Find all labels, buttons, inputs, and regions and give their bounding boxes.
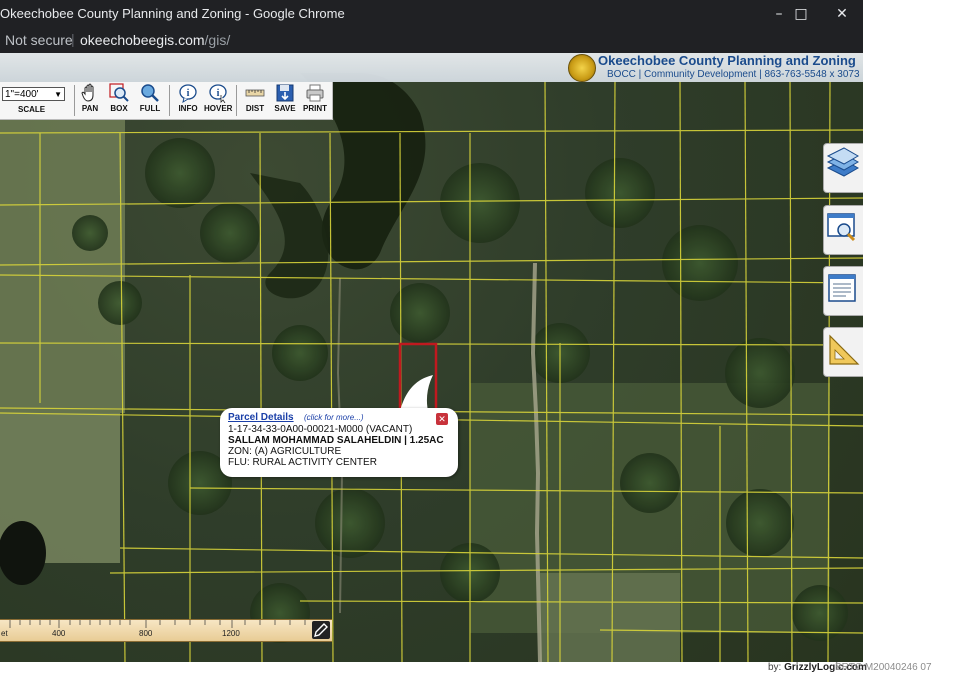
site-title: Okeechobee County Planning and Zoning xyxy=(598,53,856,68)
print-label: PRINT xyxy=(303,104,327,113)
save-button[interactable]: SAVE xyxy=(271,83,299,118)
county-seal-icon xyxy=(568,54,596,82)
map-viewport[interactable]: Okeechobee County Planning and Zoning BO… xyxy=(0,53,863,662)
ruler-icon xyxy=(245,89,265,97)
url-path: /gis/ xyxy=(204,32,231,48)
info-icon: i xyxy=(179,84,197,103)
hand-icon xyxy=(81,83,94,102)
pencil-icon xyxy=(314,623,328,637)
search-button[interactable] xyxy=(823,205,863,255)
info-label: INFO xyxy=(178,104,198,113)
legend-button[interactable] xyxy=(823,266,863,316)
address-separator: | xyxy=(71,31,75,47)
window-title: Okeechobee County Planning and Zoning - … xyxy=(0,6,345,21)
svg-text:i: i xyxy=(187,88,190,99)
hover-label: HOVER xyxy=(204,104,233,113)
save-icon xyxy=(276,84,294,102)
print-icon xyxy=(306,84,324,102)
full-extent-button[interactable]: FULL xyxy=(136,83,164,118)
ruler-label: 800 xyxy=(139,629,153,638)
ruler-edit-button[interactable] xyxy=(312,621,330,639)
parcel-flu: FLU: RURAL ACTIVITY CENTER xyxy=(228,457,377,468)
box-zoom-button[interactable]: BOX xyxy=(106,83,132,118)
url-text[interactable]: okeechobeegis.com/gis/ xyxy=(80,32,230,48)
scale-value: 1"=400' xyxy=(5,89,39,100)
scale-ruler[interactable]: et 400 800 1200 xyxy=(0,619,332,642)
close-icon[interactable]: ✕ xyxy=(436,413,448,425)
site-subtitle: BOCC | Community Development | 863-763-5… xyxy=(607,69,860,80)
ruler-label: et xyxy=(1,629,8,638)
parcel-details-hint[interactable]: (click for more...) xyxy=(304,413,364,422)
ruler-label: 1200 xyxy=(222,629,240,638)
distance-button[interactable]: DIST xyxy=(241,83,269,118)
save-label: SAVE xyxy=(274,104,296,113)
measure-button[interactable] xyxy=(823,327,863,377)
scale-select[interactable]: 1"=400' ▼ xyxy=(2,87,65,101)
legend-icon xyxy=(828,274,856,302)
dist-label: DIST xyxy=(245,104,265,113)
hover-info-icon: i xyxy=(209,84,227,103)
browser-title-bar: Okeechobee County Planning and Zoning - … xyxy=(0,0,863,28)
toolbar-divider xyxy=(74,85,75,116)
info-button[interactable]: i INFO xyxy=(174,83,202,118)
url-host: okeechobeegis.com xyxy=(80,32,205,48)
pan-button[interactable]: PAN xyxy=(78,83,102,118)
parcel-zoning: ZON: (A) AGRICULTURE xyxy=(228,446,342,457)
ruler-label: 400 xyxy=(52,629,66,638)
address-bar[interactable]: Not secure | okeechobeegis.com/gis/ xyxy=(0,28,863,53)
mls-watermark: BRTC M20040246 07 xyxy=(835,662,932,673)
toolbar-divider xyxy=(169,85,170,116)
print-button[interactable]: PRINT xyxy=(301,83,329,118)
pan-label: PAN xyxy=(81,104,99,113)
toolbar-divider xyxy=(236,85,237,116)
ruler-ticks xyxy=(9,620,306,628)
box-zoom-icon xyxy=(109,83,129,102)
chevron-down-icon: ▼ xyxy=(54,90,62,99)
layers-icon xyxy=(826,147,860,177)
aerial-imagery xyxy=(0,73,863,662)
layers-button[interactable] xyxy=(823,143,863,193)
svg-text:i: i xyxy=(217,88,220,99)
map-toolbar: 1"=400' ▼ SCALE PAN BOX FULL i INFO i HO… xyxy=(0,82,333,120)
search-icon xyxy=(827,213,856,242)
credit-prefix: by: xyxy=(768,662,785,673)
close-icon[interactable]: ✕ xyxy=(819,2,865,26)
hover-button[interactable]: i HOVER xyxy=(204,83,232,118)
parcel-details-popup: Parcel Details (click for more...) ✕ 1-1… xyxy=(220,408,458,477)
full-extent-icon xyxy=(141,84,159,102)
scale-label: SCALE xyxy=(18,105,46,114)
full-label: FULL xyxy=(139,104,161,113)
security-indicator[interactable]: Not secure xyxy=(5,32,73,48)
parcel-details-link[interactable]: Parcel Details xyxy=(228,412,294,423)
box-label: BOX xyxy=(110,104,128,113)
measure-icon xyxy=(829,334,860,365)
parcel-owner: SALLAM MOHAMMAD SALAHELDIN | 1.25AC xyxy=(228,435,444,446)
maximize-icon[interactable]: □ xyxy=(778,2,824,26)
page-footer: by: GrizzlyLogic.com BRTC M20040246 07 xyxy=(0,662,960,674)
parcel-id: 1-17-34-33-0A00-00021-M000 (VACANT) xyxy=(228,424,413,435)
